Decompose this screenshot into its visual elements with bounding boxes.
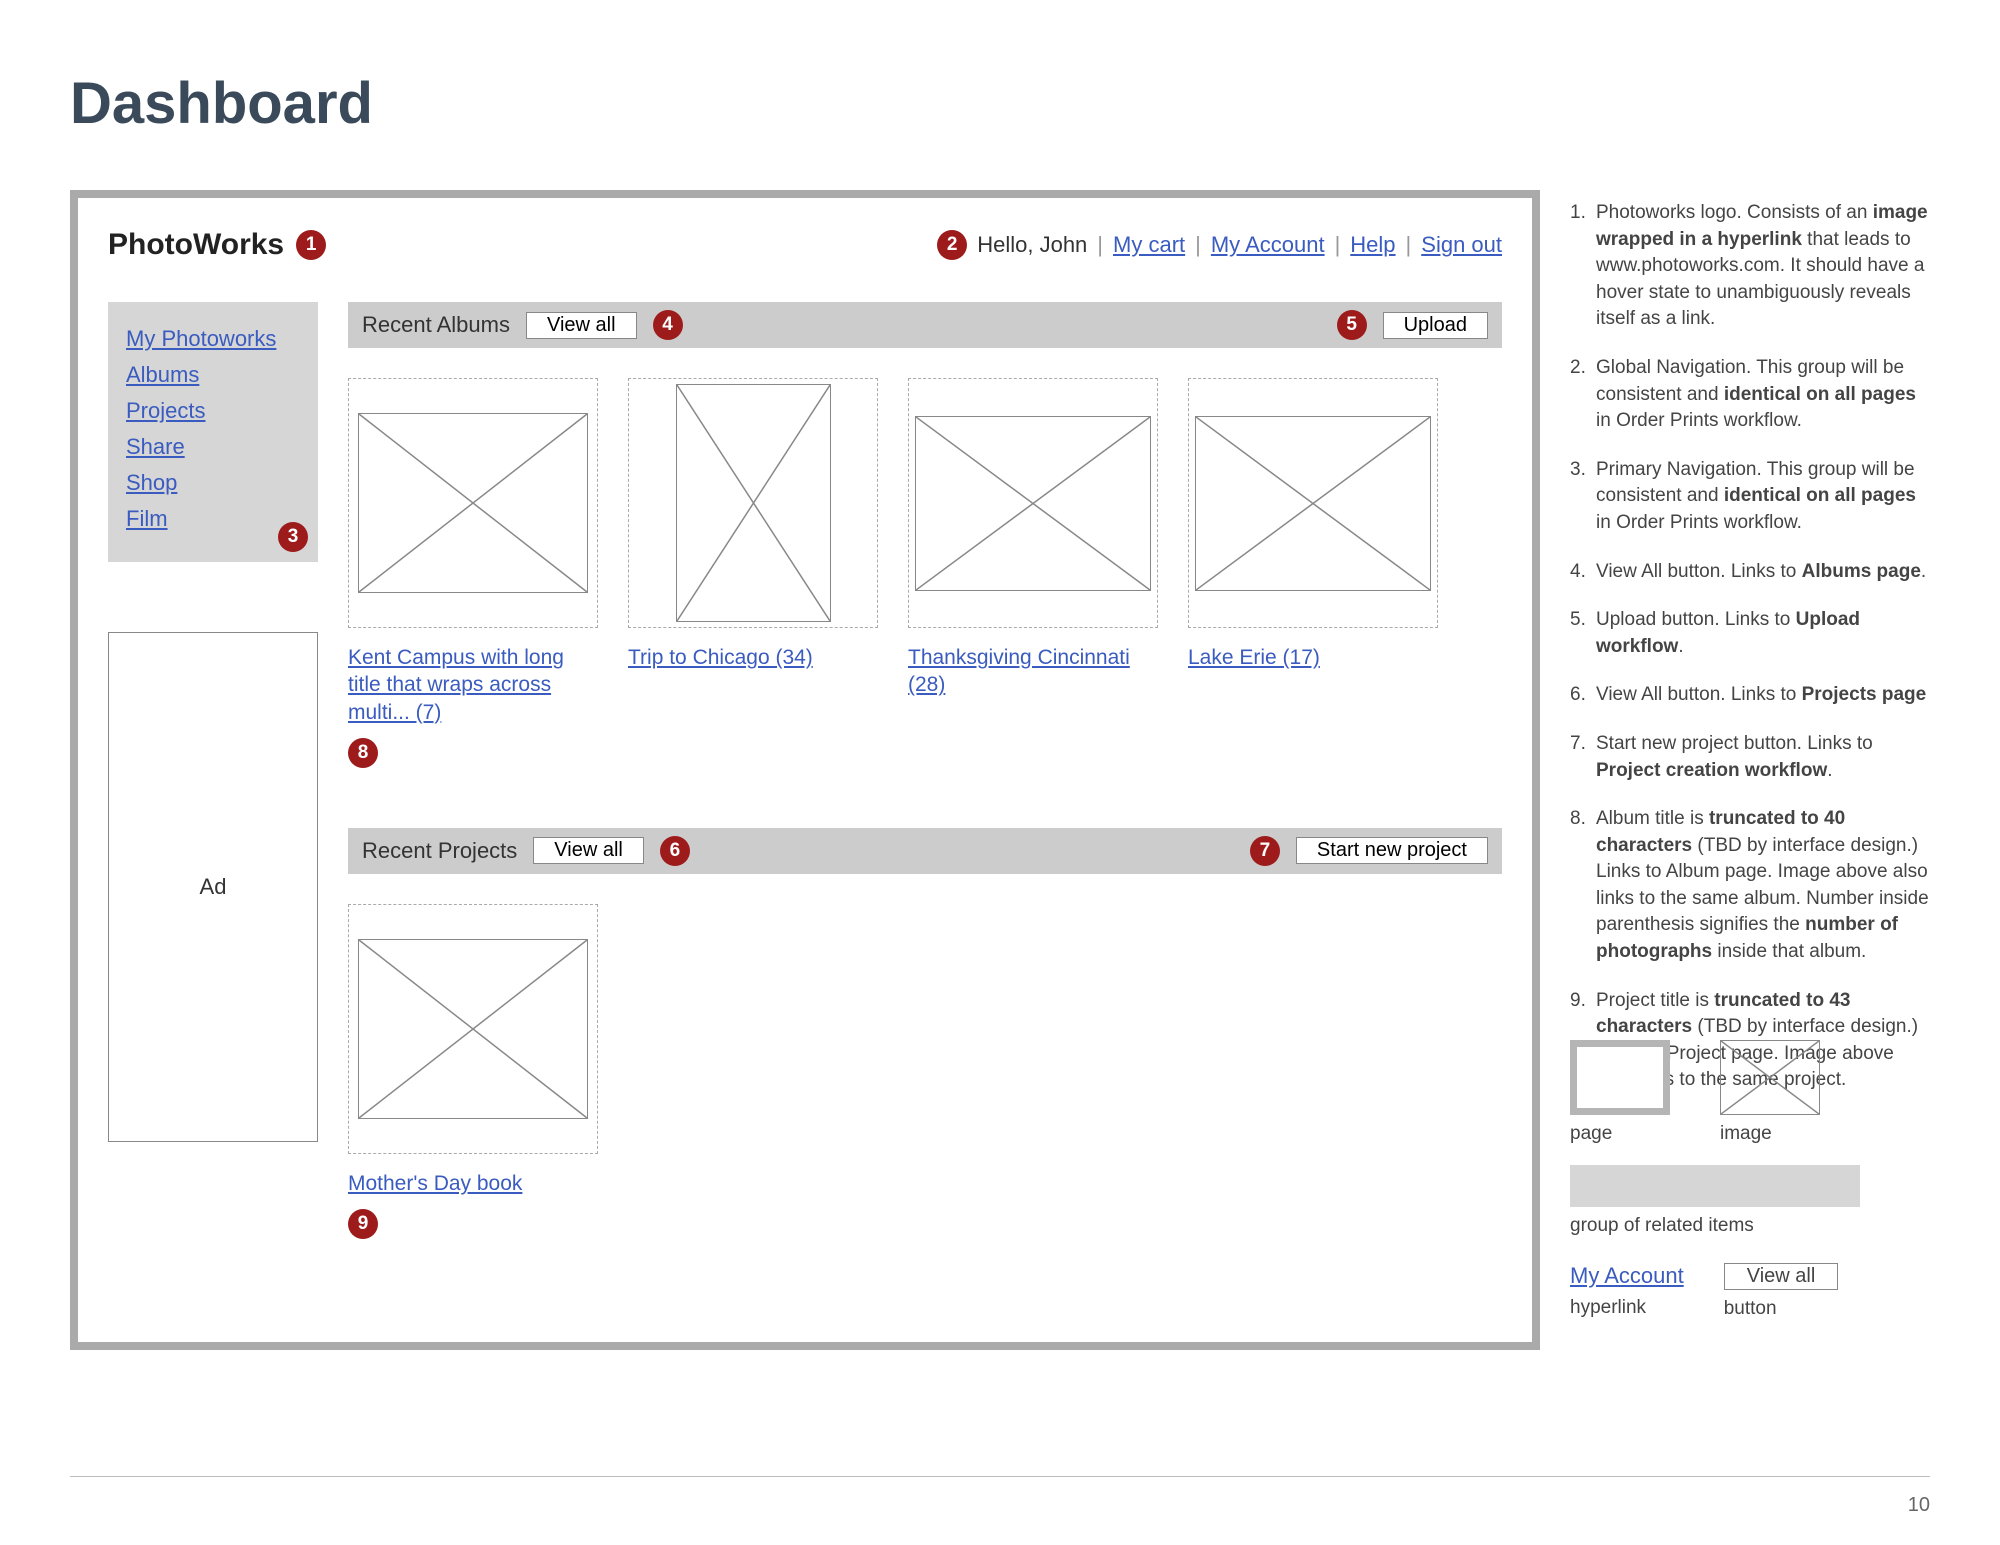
nav-my-account[interactable]: My Account bbox=[1211, 232, 1325, 258]
nav-my-cart[interactable]: My cart bbox=[1113, 232, 1185, 258]
annotation-item: View All button. Links to Albums page. bbox=[1570, 559, 1930, 586]
annotation-item: Primary Navigation. This group will be c… bbox=[1570, 457, 1930, 537]
sidebar-item-share[interactable]: Share bbox=[126, 434, 300, 460]
albums-row: Kent Campus with long title that wraps a… bbox=[348, 378, 1502, 768]
legend-group-label: group of related items bbox=[1570, 1215, 1930, 1237]
recent-albums-bar: Recent Albums View all 4 5 Upload bbox=[348, 302, 1502, 348]
album-thumb[interactable] bbox=[908, 378, 1158, 628]
album-item: Trip to Chicago (34) bbox=[628, 378, 878, 768]
start-new-project-button[interactable]: Start new project bbox=[1296, 837, 1488, 864]
annotations-list: Photoworks logo. Consists of an image wr… bbox=[1570, 200, 1930, 1116]
sidebar-item-my-photoworks[interactable]: My Photoworks bbox=[126, 326, 300, 352]
callout-8: 8 bbox=[348, 738, 378, 768]
callout-4: 4 bbox=[653, 310, 683, 340]
callout-7: 7 bbox=[1250, 836, 1280, 866]
legend-page-swatch bbox=[1570, 1040, 1670, 1115]
album-link[interactable]: Lake Erie (17) bbox=[1188, 644, 1438, 671]
annotation-item: Start new project button. Links to Proje… bbox=[1570, 731, 1930, 784]
project-item: Mother's Day book 9 bbox=[348, 904, 598, 1239]
legend-image-label: image bbox=[1720, 1123, 1820, 1145]
sidebar-item-projects[interactable]: Projects bbox=[126, 398, 300, 424]
wireframe-frame: PhotoWorks 1 2 Hello, John | My cart | M… bbox=[70, 190, 1540, 1350]
annotation-item: Album title is truncated to 40 character… bbox=[1570, 806, 1930, 966]
legend-button-example: View all bbox=[1724, 1263, 1839, 1290]
greeting-text: Hello, John bbox=[977, 232, 1087, 258]
callout-2: 2 bbox=[937, 230, 967, 260]
album-thumb[interactable] bbox=[348, 378, 598, 628]
view-all-albums-button[interactable]: View all bbox=[526, 312, 637, 339]
projects-row: Mother's Day book 9 bbox=[348, 904, 1502, 1239]
logo[interactable]: PhotoWorks bbox=[108, 228, 284, 262]
legend-image-swatch bbox=[1720, 1040, 1820, 1115]
annotation-item: Photoworks logo. Consists of an image wr… bbox=[1570, 200, 1930, 333]
legend-hyperlink-example: My Account bbox=[1570, 1263, 1684, 1289]
primary-nav: My Photoworks Albums Projects Share Shop… bbox=[108, 302, 318, 562]
page-rule bbox=[70, 1476, 1930, 1477]
callout-6: 6 bbox=[660, 836, 690, 866]
album-thumb[interactable] bbox=[1188, 378, 1438, 628]
view-all-projects-button[interactable]: View all bbox=[533, 837, 644, 864]
annotation-item: View All button. Links to Projects page bbox=[1570, 682, 1930, 709]
ad-placeholder: Ad bbox=[108, 632, 318, 1142]
sidebar-item-albums[interactable]: Albums bbox=[126, 362, 300, 388]
global-nav: 2 Hello, John | My cart | My Account | H… bbox=[937, 230, 1502, 260]
legend-hyperlink-label: hyperlink bbox=[1570, 1297, 1684, 1319]
app-header: PhotoWorks 1 2 Hello, John | My cart | M… bbox=[108, 228, 1502, 262]
album-item: Kent Campus with long title that wraps a… bbox=[348, 378, 598, 768]
project-link[interactable]: Mother's Day book bbox=[348, 1170, 598, 1197]
callout-5: 5 bbox=[1337, 310, 1367, 340]
album-item: Lake Erie (17) bbox=[1188, 378, 1438, 768]
nav-sign-out[interactable]: Sign out bbox=[1421, 232, 1502, 258]
album-link[interactable]: Thanksgiving Cincinnati (28) bbox=[908, 644, 1158, 699]
legend-button-label: button bbox=[1724, 1298, 1839, 1320]
recent-projects-bar: Recent Projects View all 6 7 Start new p… bbox=[348, 828, 1502, 874]
album-item: Thanksgiving Cincinnati (28) bbox=[908, 378, 1158, 768]
page-number: 10 bbox=[1908, 1494, 1930, 1517]
page-title: Dashboard bbox=[70, 70, 373, 137]
upload-button[interactable]: Upload bbox=[1383, 312, 1488, 339]
album-link[interactable]: Trip to Chicago (34) bbox=[628, 644, 878, 671]
callout-3: 3 bbox=[278, 522, 308, 552]
annotation-item: Global Navigation. This group will be co… bbox=[1570, 355, 1930, 435]
album-link[interactable]: Kent Campus with long title that wraps a… bbox=[348, 644, 598, 726]
annotation-item: Upload button. Links to Upload workflow. bbox=[1570, 607, 1930, 660]
callout-1: 1 bbox=[296, 230, 326, 260]
album-thumb[interactable] bbox=[628, 378, 878, 628]
callout-9: 9 bbox=[348, 1209, 378, 1239]
recent-albums-title: Recent Albums bbox=[362, 312, 510, 338]
nav-help[interactable]: Help bbox=[1350, 232, 1395, 258]
legend-group-swatch bbox=[1570, 1165, 1860, 1207]
sidebar-item-film[interactable]: Film bbox=[126, 506, 300, 532]
legend-page-label: page bbox=[1570, 1123, 1670, 1145]
project-thumb[interactable] bbox=[348, 904, 598, 1154]
recent-projects-title: Recent Projects bbox=[362, 838, 517, 864]
sidebar-item-shop[interactable]: Shop bbox=[126, 470, 300, 496]
legend: page image group of related items My Acc… bbox=[1570, 1040, 1930, 1330]
